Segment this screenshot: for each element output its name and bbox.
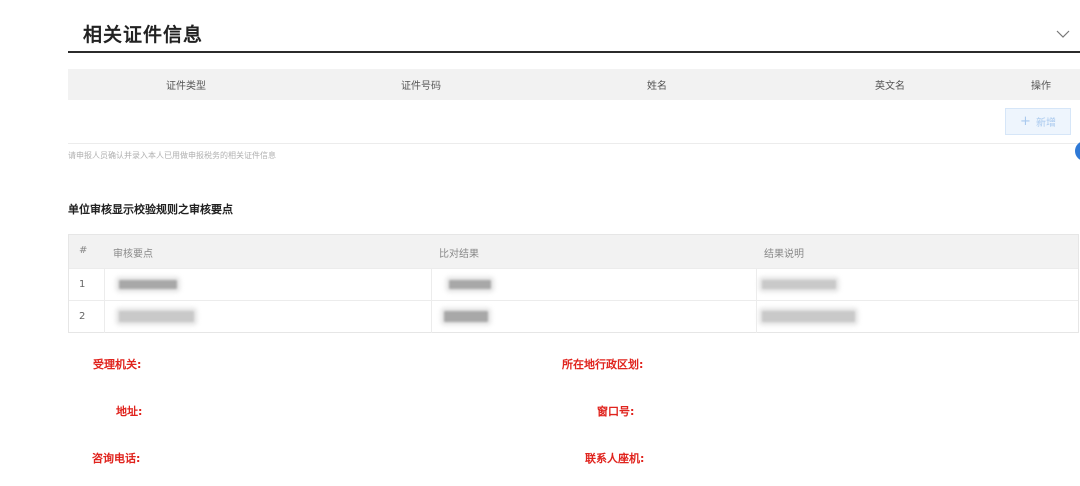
redacted-audit-point xyxy=(119,280,177,289)
row-index: 1 xyxy=(79,279,86,290)
table-row: 2 xyxy=(69,300,1078,333)
side-float-button[interactable] xyxy=(1075,141,1080,161)
plus-icon: + xyxy=(1020,114,1031,129)
col-result-note: 结果说明 xyxy=(764,249,804,260)
address-label: 地址: xyxy=(116,405,143,418)
col-compare-result: 比对结果 xyxy=(439,249,479,260)
agency-label: 受理机关: xyxy=(93,358,142,371)
phone-label: 咨询电话: xyxy=(92,452,141,465)
col-divider xyxy=(431,268,432,333)
section-divider xyxy=(68,51,1080,53)
region-label: 所在地行政区划: xyxy=(562,358,644,371)
col-index: # xyxy=(79,245,88,256)
cert-table-body xyxy=(68,100,1080,144)
col-action: 操作 xyxy=(1031,81,1051,92)
col-english-name: 英文名 xyxy=(875,81,905,92)
cert-hint-text: 请申报人员确认并录入本人已用做申报税务的相关证件信息 xyxy=(68,151,276,160)
add-button[interactable]: + 新增 xyxy=(1005,108,1071,135)
audit-table: # 审核要点 比对结果 结果说明 1 2 xyxy=(68,234,1079,333)
col-cert-number: 证件号码 xyxy=(401,81,441,92)
table-row: 1 xyxy=(69,268,1078,301)
col-divider xyxy=(756,268,757,333)
redacted-audit-point xyxy=(119,311,194,322)
cert-table-header: 证件类型 证件号码 姓名 英文名 操作 xyxy=(68,69,1080,100)
row-index: 2 xyxy=(79,311,86,322)
section-title: 相关证件信息 xyxy=(83,24,204,46)
redacted-result-note xyxy=(762,311,855,322)
audit-section-title: 单位审核显示校验规则之审核要点 xyxy=(68,203,233,216)
window-label: 窗口号: xyxy=(597,405,635,418)
col-audit-point: 审核要点 xyxy=(113,249,153,260)
redacted-result-note xyxy=(762,280,836,289)
audit-table-header: # 审核要点 比对结果 结果说明 xyxy=(69,235,1078,268)
col-name: 姓名 xyxy=(647,81,667,92)
add-button-label: 新增 xyxy=(1035,118,1056,129)
contact-label: 联系人座机: xyxy=(585,452,645,465)
chevron-down-icon[interactable] xyxy=(1056,29,1070,39)
col-divider xyxy=(104,268,105,333)
redacted-compare-result xyxy=(449,280,491,289)
col-cert-type: 证件类型 xyxy=(166,81,206,92)
redacted-compare-result xyxy=(444,311,488,322)
